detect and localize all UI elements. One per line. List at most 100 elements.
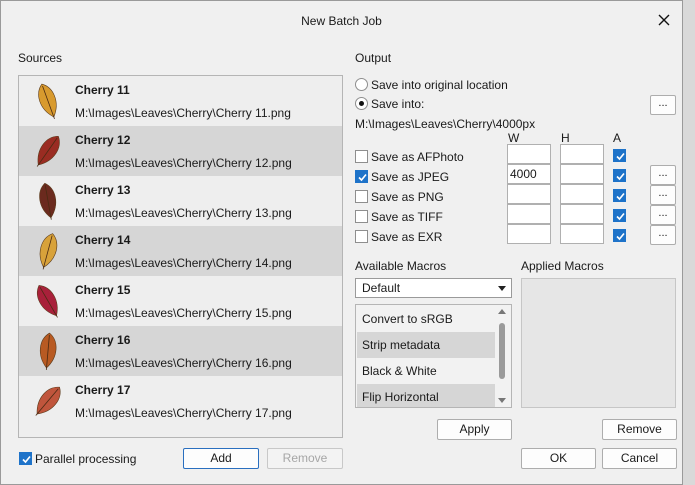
source-row[interactable]: Cherry 11 M:\Images\Leaves\Cherry\Cherry … (19, 76, 342, 126)
source-name: Cherry 11 (75, 83, 130, 97)
applied-macros-label: Applied Macros (521, 259, 604, 273)
parallel-processing-checkbox[interactable] (19, 452, 32, 465)
source-name: Cherry 12 (75, 133, 131, 147)
remove-macro-button[interactable]: Remove (602, 419, 677, 440)
tiff-width-field[interactable] (507, 204, 551, 224)
close-button[interactable] (650, 7, 678, 35)
ok-button[interactable]: OK (521, 448, 596, 469)
save-as-png-checkbox[interactable] (355, 190, 368, 203)
leaf-thumbnail (35, 386, 61, 416)
scroll-down-icon[interactable] (498, 398, 506, 403)
save-into-radio[interactable] (355, 97, 368, 110)
afphoto-alpha-checkbox[interactable] (613, 149, 626, 162)
checkmark-icon (22, 455, 31, 464)
exr-height-field[interactable] (560, 224, 604, 244)
applied-macros-list[interactable] (521, 278, 676, 408)
leaf-thumbnail (37, 285, 58, 318)
source-row[interactable]: Cherry 14 M:\Images\Leaves\Cherry\Cherry … (19, 226, 342, 276)
jpeg-width-field[interactable]: 4000 (507, 164, 551, 184)
checkmark-icon (358, 173, 367, 182)
macro-item[interactable]: Convert to sRGB (357, 306, 495, 332)
source-row[interactable]: Cherry 12 M:\Images\Leaves\Cherry\Cherry … (19, 126, 342, 176)
jpeg-alpha-checkbox[interactable] (613, 169, 626, 182)
cancel-button[interactable]: Cancel (602, 448, 677, 469)
source-name: Cherry 17 (75, 383, 131, 397)
save-into-label: Save into: (371, 97, 425, 111)
macro-item[interactable]: Black & White (357, 358, 495, 384)
macros-scrollbar-thumb[interactable] (499, 323, 505, 379)
checkmark-icon (616, 152, 625, 161)
macro-item[interactable]: Strip metadata (357, 332, 495, 358)
remove-source-button[interactable]: Remove (267, 448, 343, 469)
source-row[interactable]: Cherry 15 M:\Images\Leaves\Cherry\Cherry … (19, 276, 342, 326)
leaf-thumbnail (39, 182, 57, 220)
afphoto-height-field[interactable] (560, 144, 604, 164)
width-column-header: W (508, 131, 520, 145)
macro-category-value: Default (362, 281, 401, 295)
source-path: M:\Images\Leaves\Cherry\Cherry 17.png (75, 406, 292, 420)
add-button[interactable]: Add (183, 448, 259, 469)
save-as-jpeg-checkbox[interactable] (355, 170, 368, 183)
source-row[interactable]: Cherry 13 M:\Images\Leaves\Cherry\Cherry … (19, 176, 342, 226)
background-window-strip (683, 0, 695, 485)
save-as-tiff-label: Save as TIFF (371, 210, 443, 224)
afphoto-width-field[interactable] (507, 144, 551, 164)
save-original-location-label: Save into original location (371, 78, 508, 92)
exr-alpha-checkbox[interactable] (613, 229, 626, 242)
chevron-down-icon (498, 286, 506, 291)
source-path: M:\Images\Leaves\Cherry\Cherry 14.png (75, 256, 292, 270)
tiff-browse-button[interactable]: ... (650, 205, 676, 225)
exr-browse-button[interactable]: ... (650, 225, 676, 245)
source-path: M:\Images\Leaves\Cherry\Cherry 15.png (75, 306, 292, 320)
save-as-exr-label: Save as EXR (371, 230, 443, 244)
png-alpha-checkbox[interactable] (613, 189, 626, 202)
tiff-height-field[interactable] (560, 204, 604, 224)
source-name: Cherry 13 (75, 183, 131, 197)
sources-list[interactable]: Cherry 11 M:\Images\Leaves\Cherry\Cherry … (18, 75, 343, 438)
png-height-field[interactable] (560, 184, 604, 204)
source-name: Cherry 14 (75, 233, 131, 247)
source-row[interactable]: Cherry 17 M:\Images\Leaves\Cherry\Cherry … (19, 376, 342, 426)
title-bar: New Batch Job (1, 1, 682, 41)
height-column-header: H (561, 131, 570, 145)
alpha-column-header: A (613, 131, 622, 145)
apply-macro-button[interactable]: Apply (437, 419, 512, 440)
tiff-alpha-checkbox[interactable] (613, 209, 626, 222)
save-as-jpeg-label: Save as JPEG (371, 170, 450, 184)
leaf-thumbnail (40, 332, 57, 370)
source-name: Cherry 15 (75, 283, 131, 297)
save-as-exr-checkbox[interactable] (355, 230, 368, 243)
available-macros-label: Available Macros (355, 259, 447, 273)
browse-output-button[interactable]: ... (650, 95, 676, 115)
output-label: Output (355, 51, 392, 65)
output-path: M:\Images\Leaves\Cherry\4000px (355, 117, 536, 131)
sources-label: Sources (18, 51, 63, 65)
png-browse-button[interactable]: ... (650, 185, 676, 205)
leaf-thumbnail (36, 135, 60, 167)
source-path: M:\Images\Leaves\Cherry\Cherry 13.png (75, 206, 292, 220)
source-name: Cherry 16 (75, 333, 131, 347)
jpeg-height-field[interactable] (560, 164, 604, 184)
exr-width-field[interactable] (507, 224, 551, 244)
close-icon (658, 14, 670, 26)
checkmark-icon (616, 192, 625, 201)
save-as-afphoto-label: Save as AFPhoto (371, 150, 464, 164)
macro-item[interactable]: Flip Horizontal (357, 384, 495, 407)
batch-job-dialog: New Batch Job Sources Cherry 11 M:\Images… (0, 0, 683, 485)
checkmark-icon (616, 232, 625, 241)
jpeg-browse-button[interactable]: ... (650, 165, 676, 185)
macro-category-select[interactable]: Default (355, 278, 512, 298)
checkmark-icon (616, 172, 625, 181)
save-as-tiff-checkbox[interactable] (355, 210, 368, 223)
parallel-processing-label: Parallel processing (35, 452, 137, 466)
leaf-thumbnail (38, 83, 57, 119)
source-row[interactable]: Cherry 16 M:\Images\Leaves\Cherry\Cherry … (19, 326, 342, 376)
available-macros-list[interactable]: Flip Horizontal Black & White Strip metada… (355, 304, 512, 408)
window-title: New Batch Job (301, 14, 382, 28)
checkmark-icon (616, 212, 625, 221)
save-original-location-radio[interactable] (355, 78, 368, 91)
save-as-png-label: Save as PNG (371, 190, 444, 204)
scroll-up-icon[interactable] (498, 309, 506, 314)
save-as-afphoto-checkbox[interactable] (355, 150, 368, 163)
png-width-field[interactable] (507, 184, 551, 204)
